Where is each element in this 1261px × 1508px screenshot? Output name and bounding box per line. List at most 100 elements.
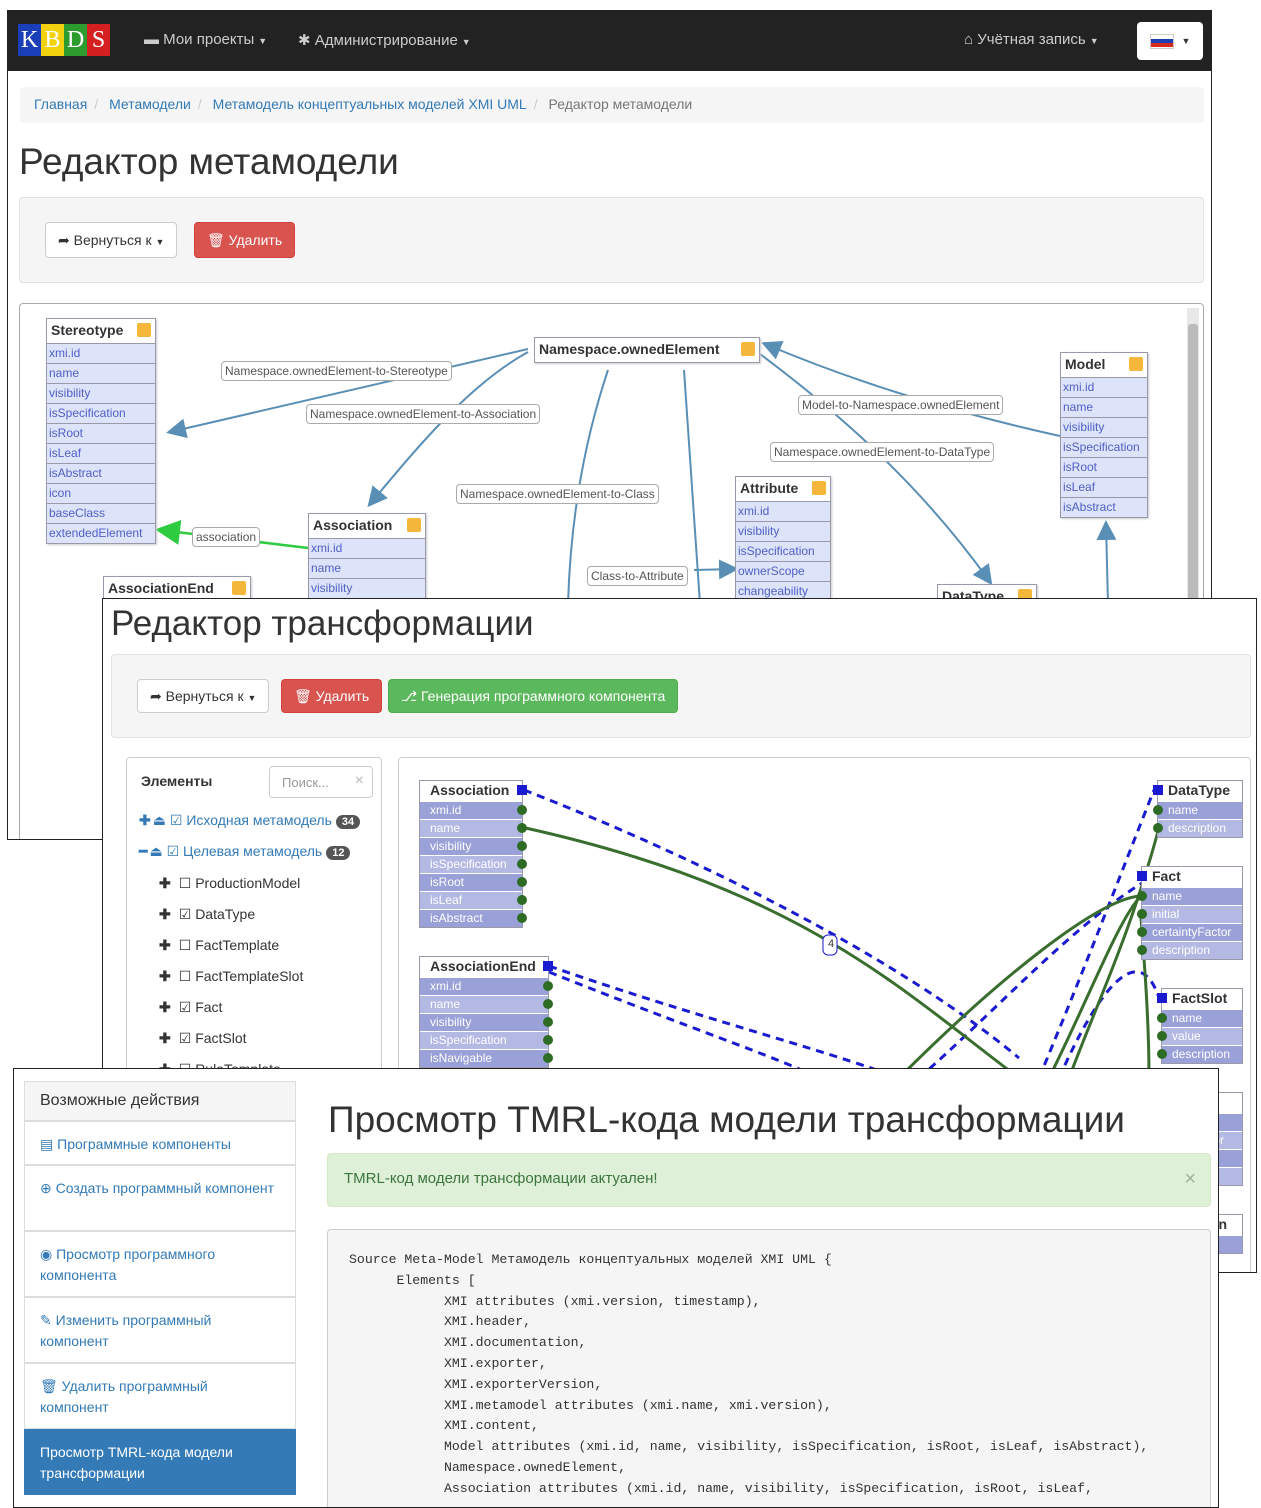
checked-checkbox-icon[interactable]: ☑ bbox=[179, 906, 192, 922]
attribute-port-icon[interactable] bbox=[1153, 823, 1163, 833]
class-attribute[interactable]: isSpecification bbox=[736, 541, 830, 561]
breadcrumb-metamodel[interactable]: Метамодель концептуальных моделей XMI UM… bbox=[213, 96, 527, 112]
attribute-port-icon[interactable] bbox=[517, 895, 527, 905]
class-attribute[interactable]: xmi.id bbox=[420, 977, 548, 995]
attribute-port-icon[interactable] bbox=[517, 913, 527, 923]
sidebar-action-6[interactable]: Просмотр TMRL-кода модели трансформации bbox=[24, 1429, 296, 1495]
class-attribute[interactable]: isLeaf bbox=[47, 443, 155, 463]
close-icon[interactable]: × bbox=[1184, 1168, 1196, 1191]
class-attribute[interactable]: baseClass bbox=[47, 503, 155, 523]
class-menu-icon[interactable] bbox=[407, 518, 421, 532]
tree-item-fact[interactable]: ✚ ☑ Fact bbox=[159, 999, 222, 1016]
attribute-port-icon[interactable] bbox=[517, 823, 527, 833]
attribute-port-icon[interactable] bbox=[543, 1035, 553, 1045]
link-label-to-class[interactable]: Namespace.ownedElement-to-Class bbox=[456, 484, 659, 504]
expand-icon[interactable]: ✚ bbox=[139, 812, 151, 828]
class-attribute[interactable]: isAbstract bbox=[47, 463, 155, 483]
attribute-port-icon[interactable] bbox=[1137, 891, 1147, 901]
link-label-to-datatype[interactable]: Namespace.ownedElement-to-DataType bbox=[770, 442, 995, 462]
class-menu-icon[interactable] bbox=[137, 323, 151, 337]
class-attribute[interactable]: isNavigable bbox=[420, 1049, 548, 1067]
class-attribute[interactable]: icon bbox=[47, 483, 155, 503]
tree-item-datatype[interactable]: ✚ ☑ DataType bbox=[159, 906, 255, 923]
attribute-port-icon[interactable] bbox=[1157, 1013, 1167, 1023]
class-attribute[interactable]: name bbox=[420, 995, 548, 1013]
class-namespace-owned-element[interactable]: Namespace.ownedElement bbox=[534, 337, 760, 363]
link-label-association[interactable]: association bbox=[192, 527, 261, 547]
class-attribute[interactable]: isRoot bbox=[47, 423, 155, 443]
class-port-icon[interactable] bbox=[543, 961, 553, 971]
tree-item-facttemplateslot[interactable]: ✚ ☐ FactTemplateSlot bbox=[159, 968, 303, 985]
nav-account[interactable]: ⌂ Учётная запись ▼ bbox=[964, 31, 1099, 48]
unchecked-checkbox-icon[interactable]: ☐ bbox=[179, 937, 192, 953]
attribute-port-icon[interactable] bbox=[543, 1053, 553, 1063]
attribute-port-icon[interactable] bbox=[517, 877, 527, 887]
class-attribute[interactable]: isSpecification bbox=[47, 403, 155, 423]
class-menu-icon[interactable] bbox=[741, 342, 755, 356]
unchecked-checkbox-icon[interactable]: ☐ bbox=[179, 875, 192, 891]
link-label-to-association[interactable]: Namespace.ownedElement-to-Association bbox=[306, 404, 541, 424]
delete-button[interactable]: 🗑 Удалить bbox=[281, 679, 383, 713]
delete-button[interactable]: 🗑 Удалить bbox=[194, 222, 296, 258]
class-attribute[interactable]: isSpecification bbox=[1061, 437, 1147, 457]
class-attribute[interactable]: isRoot bbox=[420, 873, 522, 891]
class-attribute[interactable]: visibility bbox=[420, 1013, 548, 1031]
sidebar-action-4[interactable]: ✎ Изменить программный компонент bbox=[24, 1297, 296, 1363]
attribute-port-icon[interactable] bbox=[1157, 1049, 1167, 1059]
link-label-class-to-attribute[interactable]: Class-to-Attribute bbox=[587, 566, 688, 586]
attribute-port-icon[interactable] bbox=[543, 981, 553, 991]
attribute-port-icon[interactable] bbox=[1137, 909, 1147, 919]
expand-icon[interactable]: ✚ bbox=[159, 937, 171, 953]
class-port-icon[interactable] bbox=[1157, 993, 1167, 1003]
breadcrumb-metamodels[interactable]: Метамодели bbox=[109, 96, 191, 112]
class-port-icon[interactable] bbox=[517, 785, 527, 795]
class-attribute[interactable]: Attribute xmi.id visibility isSpecification… bbox=[735, 476, 831, 602]
nav-my-projects[interactable]: ▬ Мои проекты ▼ bbox=[144, 31, 267, 48]
checked-checkbox-icon[interactable]: ☑ bbox=[179, 1030, 192, 1046]
class-attribute[interactable]: xmi.id bbox=[1061, 377, 1147, 397]
class-attribute[interactable]: visibility bbox=[1061, 417, 1147, 437]
class-attribute[interactable]: visibility bbox=[420, 837, 522, 855]
attribute-port-icon[interactable] bbox=[1137, 927, 1147, 937]
class-stereotype[interactable]: Stereotype xmi.id name visibility isSpecific… bbox=[46, 318, 156, 544]
class-attribute[interactable]: extendedElement bbox=[47, 523, 155, 543]
class-attribute[interactable]: isAbstract bbox=[1061, 497, 1147, 517]
class-attribute[interactable]: name bbox=[309, 558, 425, 578]
expand-icon[interactable]: ✚ bbox=[159, 968, 171, 984]
sidebar-action-5[interactable]: 🗑 Удалить программный компонент bbox=[24, 1363, 296, 1429]
attribute-port-icon[interactable] bbox=[1153, 805, 1163, 815]
attribute-port-icon[interactable] bbox=[1157, 1031, 1167, 1041]
checked-checkbox-icon[interactable]: ☑ bbox=[179, 999, 192, 1015]
collapse-icon[interactable]: ━ bbox=[139, 843, 147, 859]
canvas-scrollbar[interactable] bbox=[1187, 308, 1199, 608]
class-attribute[interactable]: xmi.id bbox=[47, 343, 155, 363]
class-attribute[interactable]: name bbox=[1162, 1009, 1242, 1027]
search-input[interactable]: Поиск... × bbox=[269, 766, 373, 798]
target-class-fact[interactable]: Fact name initial certaintyFactor descriptio… bbox=[1137, 866, 1243, 960]
sidebar-action-2[interactable]: ⊕ Создать программный компонент bbox=[24, 1165, 296, 1231]
attribute-port-icon[interactable] bbox=[517, 859, 527, 869]
class-attribute[interactable]: description bbox=[1142, 941, 1242, 959]
expand-icon[interactable]: ✚ bbox=[159, 1030, 171, 1046]
class-attribute[interactable]: isAbstract bbox=[420, 909, 522, 927]
class-attribute[interactable]: name bbox=[420, 819, 522, 837]
link-label-model-to-ns[interactable]: Model-to-Namespace.ownedElement bbox=[798, 395, 1004, 415]
unchecked-checkbox-icon[interactable]: ☐ bbox=[179, 968, 192, 984]
class-model[interactable]: Model xmi.id name visibility isSpecification… bbox=[1060, 352, 1148, 518]
class-menu-icon[interactable] bbox=[1129, 357, 1143, 371]
target-class-datatype[interactable]: DataType name description bbox=[1153, 780, 1243, 838]
class-attribute[interactable]: initial bbox=[1142, 905, 1242, 923]
attribute-port-icon[interactable] bbox=[517, 805, 527, 815]
class-attribute[interactable]: description bbox=[1162, 1045, 1242, 1063]
class-attribute[interactable]: xmi.id bbox=[736, 501, 830, 521]
class-attribute[interactable]: name bbox=[1142, 887, 1242, 905]
generate-component-button[interactable]: ⎇ Генерация программного компонента bbox=[388, 679, 679, 713]
tree-item-factslot[interactable]: ✚ ☑ FactSlot bbox=[159, 1030, 247, 1047]
class-menu-icon[interactable] bbox=[812, 481, 826, 495]
language-dropdown[interactable]: ▼ bbox=[1137, 22, 1203, 60]
source-class-association-end[interactable]: AssociationEnd xmi.id name visibility isSpec… bbox=[419, 956, 553, 1068]
class-attribute[interactable]: value bbox=[1162, 1027, 1242, 1045]
class-menu-icon[interactable] bbox=[232, 581, 246, 595]
expand-icon[interactable]: ✚ bbox=[159, 906, 171, 922]
class-attribute[interactable]: isLeaf bbox=[420, 891, 522, 909]
